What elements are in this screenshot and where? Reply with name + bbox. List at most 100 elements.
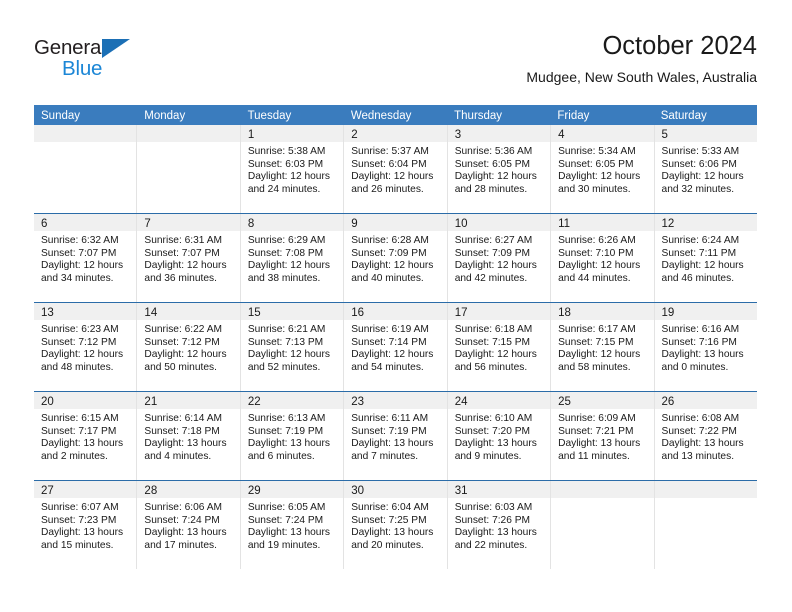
day-cell-20[interactable]: 20 Sunrise: 6:15 AM Sunset: 7:17 PM Dayligh… [34, 392, 137, 480]
day-info-line: Sunrise: 6:05 AM [247, 502, 326, 513]
day-sun-info: Sunrise: 5:34 AM Sunset: 6:05 PM Daylight:… [551, 142, 653, 196]
day-cell-17[interactable]: 17 Sunrise: 6:18 AM Sunset: 7:15 PM Dayligh… [446, 303, 551, 391]
day-info-line: and 19 minutes. [247, 539, 321, 551]
day-cell-21[interactable]: 21 Sunrise: 6:14 AM Sunset: 7:18 PM Dayligh… [136, 392, 240, 480]
day-number-band: 10 [447, 214, 551, 231]
day-cell-25[interactable]: 25 Sunrise: 6:09 AM Sunset: 7:21 PM Dayligh… [550, 392, 654, 480]
day-number-band: 21 [137, 392, 240, 409]
day-cell-29[interactable]: 29 Sunrise: 6:05 AM Sunset: 7:24 PM Dayligh… [239, 481, 344, 569]
day-sun-info: Sunrise: 5:37 AM Sunset: 6:04 PM Daylight:… [344, 142, 446, 196]
day-cell-15[interactable]: 15 Sunrise: 6:21 AM Sunset: 7:13 PM Dayligh… [239, 303, 344, 391]
day-number: 7 [144, 218, 151, 230]
day-cell-2[interactable]: 2 Sunrise: 5:37 AM Sunset: 6:04 PM Daylight… [343, 125, 447, 213]
day-info-line: Daylight: 12 hours [661, 171, 744, 183]
day-info-line: Daylight: 13 hours [454, 527, 537, 539]
day-info-line: Sunset: 7:07 PM [41, 247, 117, 259]
day-info-line: Sunset: 7:23 PM [41, 514, 117, 526]
day-cell-3[interactable]: 3 Sunrise: 5:36 AM Sunset: 6:05 PM Daylight… [446, 125, 551, 213]
day-sun-info: Sunrise: 6:10 AM Sunset: 7:20 PM Daylight:… [448, 409, 550, 463]
day-info-line: and 40 minutes. [351, 272, 424, 284]
day-info-line: and 56 minutes. [454, 361, 528, 373]
day-cell-22[interactable]: 22 Sunrise: 6:13 AM Sunset: 7:19 PM Dayligh… [239, 392, 344, 480]
day-info-line: Daylight: 12 hours [247, 171, 330, 183]
day-info-line: and 20 minutes. [351, 539, 424, 551]
day-cell-6[interactable]: 6 Sunrise: 6:32 AM Sunset: 7:07 PM Daylight… [34, 214, 137, 302]
day-info-line: and 4 minutes. [144, 450, 212, 462]
day-cell-8[interactable]: 8 Sunrise: 6:29 AM Sunset: 7:08 PM Daylight… [239, 214, 344, 302]
day-number-band: 18 [551, 303, 654, 320]
day-cell-13[interactable]: 13 Sunrise: 6:23 AM Sunset: 7:12 PM Dayligh… [34, 303, 137, 391]
calendar-grid: Sunday Monday Tuesday Wednesday Thursday Frid… [34, 105, 757, 569]
day-cell-31[interactable]: 31 Sunrise: 6:03 AM Sunset: 7:26 PM Dayligh… [446, 481, 551, 569]
day-number: 24 [454, 396, 468, 408]
day-cell-4[interactable]: 4 Sunrise: 5:34 AM Sunset: 6:05 PM Daylight… [550, 125, 654, 213]
day-number: 25 [558, 396, 571, 408]
general-blue-logo: General Blue [34, 36, 164, 82]
day-cell-18[interactable]: 18 Sunrise: 6:17 AM Sunset: 7:15 PM Dayligh… [550, 303, 654, 391]
day-info-line: Sunset: 6:03 PM [247, 158, 324, 170]
day-info-line: Sunrise: 6:26 AM [558, 235, 636, 246]
calendar-week-row: 20 Sunrise: 6:15 AM Sunset: 7:17 PM Dayligh… [34, 391, 757, 480]
day-cell-7[interactable]: 7 Sunrise: 6:31 AM Sunset: 7:07 PM Daylight… [136, 214, 240, 302]
day-info-line: Sunrise: 6:04 AM [351, 502, 429, 513]
day-cell-23[interactable]: 23 Sunrise: 6:11 AM Sunset: 7:19 PM Dayligh… [343, 392, 447, 480]
day-cell-30[interactable]: 30 Sunrise: 6:04 AM Sunset: 7:25 PM Dayligh… [343, 481, 447, 569]
title-block: October 2024 Mudgee, New South Wales, Au… [526, 30, 757, 87]
day-cell-10[interactable]: 10 Sunrise: 6:27 AM Sunset: 7:09 PM Dayligh… [446, 214, 551, 302]
day-cell-28[interactable]: 28 Sunrise: 6:06 AM Sunset: 7:24 PM Dayligh… [136, 481, 240, 569]
day-info-line: Sunrise: 6:23 AM [41, 324, 119, 335]
day-info-line: Daylight: 12 hours [661, 260, 744, 272]
day-number-band: 13 [34, 303, 137, 320]
day-info-line: Daylight: 13 hours [41, 438, 124, 450]
day-info-line: Sunset: 7:18 PM [144, 425, 220, 437]
day-cell-11[interactable]: 11 Sunrise: 6:26 AM Sunset: 7:10 PM Dayligh… [550, 214, 654, 302]
day-info-line: and 34 minutes. [41, 272, 114, 284]
day-number: 4 [558, 129, 565, 141]
day-sun-info: Sunrise: 6:18 AM Sunset: 7:15 PM Daylight:… [448, 320, 550, 374]
day-info-line: Sunset: 7:21 PM [558, 425, 634, 437]
day-number-band: 6 [34, 214, 137, 231]
day-info-line: Sunset: 7:24 PM [144, 514, 220, 526]
day-sun-info: Sunrise: 6:05 AM Sunset: 7:24 PM Daylight:… [241, 498, 343, 552]
day-info-line: Daylight: 13 hours [247, 527, 330, 539]
day-info-line: Sunrise: 6:16 AM [661, 324, 740, 335]
weekday-header-sunday: Sunday [41, 110, 81, 122]
day-number: 22 [247, 396, 261, 408]
day-info-line: Sunset: 7:09 PM [351, 247, 427, 259]
day-info-line: Daylight: 12 hours [558, 171, 641, 183]
day-info-line: Sunrise: 5:38 AM [247, 146, 326, 157]
day-number: 13 [41, 307, 54, 319]
page-header: General Blue October 2024 Mudgee, New So… [0, 0, 792, 100]
day-sun-info: Sunrise: 6:13 AM Sunset: 7:19 PM Daylight:… [241, 409, 343, 463]
day-cell-1[interactable]: 1 Sunrise: 5:38 AM Sunset: 6:03 PM Daylight… [239, 125, 344, 213]
day-number: 20 [41, 396, 54, 408]
day-cell-14[interactable]: 14 Sunrise: 6:22 AM Sunset: 7:12 PM Dayligh… [136, 303, 240, 391]
day-info-line: Sunset: 7:19 PM [351, 425, 427, 437]
day-number-band: 12 [654, 214, 757, 231]
day-cell-9[interactable]: 9 Sunrise: 6:28 AM Sunset: 7:09 PM Daylight… [343, 214, 447, 302]
day-info-line: Sunrise: 6:27 AM [454, 235, 533, 246]
day-info-line: Daylight: 12 hours [41, 349, 124, 361]
day-info-line: Sunrise: 6:15 AM [41, 413, 119, 424]
day-sun-info: Sunrise: 6:14 AM Sunset: 7:18 PM Daylight:… [137, 409, 239, 463]
day-number-band: 27 [34, 481, 137, 498]
day-number-band: 19 [654, 303, 757, 320]
day-cell-19[interactable]: 19 Sunrise: 6:16 AM Sunset: 7:16 PM Dayligh… [653, 303, 757, 391]
day-cell-5[interactable]: 5 Sunrise: 5:33 AM Sunset: 6:06 PM Daylight… [653, 125, 757, 213]
day-cell-26[interactable]: 26 Sunrise: 6:08 AM Sunset: 7:22 PM Dayligh… [653, 392, 757, 480]
day-cell-27[interactable]: 27 Sunrise: 6:07 AM Sunset: 7:23 PM Dayligh… [34, 481, 137, 569]
day-info-line: Daylight: 13 hours [351, 527, 434, 539]
day-info-line: Daylight: 12 hours [144, 349, 227, 361]
day-info-line: Sunset: 7:19 PM [247, 425, 324, 437]
day-number-band: 30 [344, 481, 447, 498]
day-number-band: 7 [137, 214, 240, 231]
day-cell-12[interactable]: 12 Sunrise: 6:24 AM Sunset: 7:11 PM Dayligh… [653, 214, 757, 302]
day-info-line: and 46 minutes. [661, 272, 735, 284]
day-info-line: Sunset: 7:15 PM [454, 336, 531, 348]
day-cell-16[interactable]: 16 Sunrise: 6:19 AM Sunset: 7:14 PM Dayligh… [343, 303, 447, 391]
day-sun-info: Sunrise: 5:38 AM Sunset: 6:03 PM Daylight:… [241, 142, 343, 196]
day-info-line: Daylight: 13 hours [351, 438, 434, 450]
calendar-weeks: 1 Sunrise: 5:38 AM Sunset: 6:03 PM Daylight… [34, 125, 757, 569]
day-cell-24[interactable]: 24 Sunrise: 6:10 AM Sunset: 7:20 PM Dayligh… [446, 392, 551, 480]
day-number: 9 [351, 218, 358, 230]
